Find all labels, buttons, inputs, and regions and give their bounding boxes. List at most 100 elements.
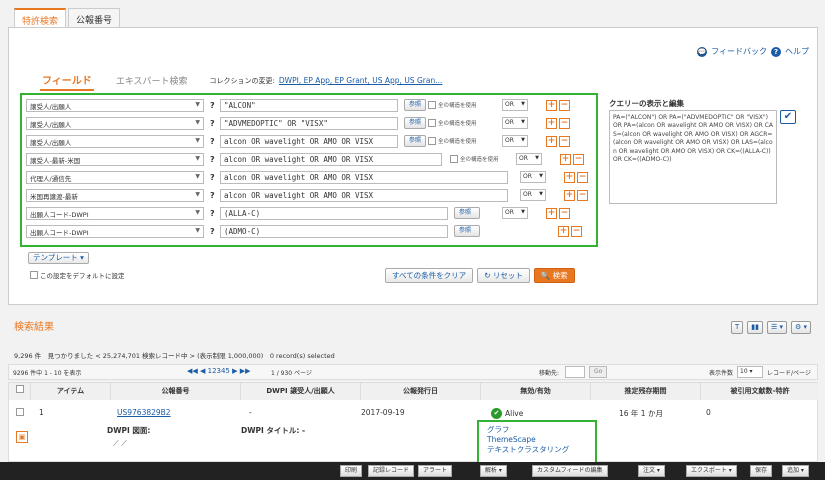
field-select[interactable]: 出願人コード-DWPI ▼ — [26, 224, 204, 238]
add-row-button[interactable]: + — [546, 207, 557, 219]
search-button[interactable]: 🔍 検索 — [533, 268, 575, 283]
query-input[interactable]: alcon OR wavelight OR AMO OR VISX — [220, 152, 442, 166]
pager-links[interactable]: ◀◀ ◀ 12345 ▶ ▶▶ — [187, 367, 251, 375]
remove-row-button[interactable]: − — [559, 99, 571, 111]
per-page-select[interactable]: 10 ▾ — [737, 366, 763, 378]
field-select[interactable]: 譲受人-最新-米国 ▼ — [26, 152, 204, 166]
export-button[interactable]: エクスポート ▾ — [686, 465, 737, 477]
query-input[interactable]: (ALLA-C) — [220, 206, 448, 220]
help-icon[interactable]: ? — [210, 173, 218, 182]
results-table: アイテム 公報番号 DWPI 譲受人/出願人 公報発行日 無効/有効 推定残存期… — [8, 382, 819, 462]
remove-row-button[interactable]: − — [559, 135, 571, 147]
drawing-thumbnail[interactable]: ⟋ ⟋ — [113, 439, 127, 449]
query-input[interactable]: alcon OR wavelight OR AMO OR VISX — [220, 134, 398, 148]
custom-field-button[interactable]: カスタムフィードの編集 — [532, 465, 608, 477]
remove-row-button[interactable]: − — [559, 207, 570, 219]
remove-row-button[interactable]: − — [573, 153, 584, 165]
publication-link[interactable]: US9763829B2 — [117, 408, 171, 417]
add-row-button[interactable]: + — [564, 189, 575, 201]
remove-row-button[interactable]: − — [571, 225, 582, 237]
save-button[interactable]: 保存 — [750, 465, 773, 477]
collection-link[interactable]: DWPI, EP App, EP Grant, US App, US Gran.… — [279, 76, 442, 85]
row-checkbox[interactable] — [16, 408, 24, 416]
add-row-button[interactable]: + — [546, 135, 558, 147]
gear-icon[interactable]: ⚙ ▾ — [790, 321, 811, 334]
operator-select[interactable]: OR ▼ — [516, 153, 542, 165]
menu-item-themescape[interactable]: ThemeScape — [487, 435, 587, 445]
text-view-icon[interactable]: T — [730, 321, 744, 334]
help-icon[interactable]: ? — [210, 209, 218, 218]
browse-button[interactable]: 参照 — [454, 207, 480, 219]
query-input[interactable]: (ADMO-C) — [220, 224, 448, 238]
tab-field[interactable]: フィールド — [40, 70, 94, 91]
help-icon[interactable]: ? — [210, 155, 218, 164]
browse-button[interactable]: 参照 — [404, 99, 427, 111]
query-input[interactable]: alcon OR wavelight OR AMO OR VISX — [220, 188, 508, 202]
list-view-icon[interactable]: ☰ ▾ — [766, 321, 787, 334]
field-select[interactable]: 譲受人/出願人 ▼ — [26, 134, 204, 148]
order-button[interactable]: 注文 ▾ — [638, 465, 665, 477]
operator-select[interactable]: OR ▼ — [502, 117, 529, 129]
help-icon[interactable]: ? — [210, 191, 218, 200]
page-input[interactable] — [565, 366, 585, 378]
query-display-text[interactable]: PA=("ALCON") OR PA=("ADVMEDOPTIC" OR "VI… — [609, 110, 777, 204]
field-select[interactable]: 代理人/通信先 ▼ — [26, 170, 204, 184]
select-all-checkbox[interactable] — [15, 385, 24, 393]
add-row-button[interactable]: + — [546, 99, 558, 111]
help-link[interactable]: ヘルプ — [785, 46, 809, 57]
analysis-button[interactable]: 解析 ▾ — [480, 465, 507, 477]
tab-expert[interactable]: エキスパート検索 — [116, 74, 188, 87]
add-row-button[interactable]: + — [546, 117, 558, 129]
reset-button[interactable]: ↻ リセット — [477, 268, 530, 283]
add-row-button[interactable]: + — [564, 171, 575, 183]
field-select[interactable]: 譲受人/出願人 ▼ — [26, 98, 204, 112]
template-dropdown[interactable]: テンプレート ▾ — [28, 252, 89, 264]
image-icon[interactable]: ▣ — [16, 431, 28, 443]
field-select[interactable]: 譲受人/出願人 ▼ — [26, 116, 204, 130]
operator-select[interactable]: OR ▼ — [520, 171, 546, 183]
print-button[interactable]: 印刷 — [340, 465, 363, 477]
search-actions: すべての条件をクリア ↻ リセット 🔍 検索 — [385, 268, 575, 283]
move-label: 移動先: — [539, 370, 560, 377]
field-select[interactable]: 出願人コード-DWPI ▼ — [26, 206, 204, 220]
help-icon[interactable]: ? — [210, 101, 218, 110]
feedback-link[interactable]: フィードバック — [711, 46, 767, 57]
operator-select[interactable]: OR ▼ — [502, 99, 529, 111]
operator-select[interactable]: OR ▼ — [520, 189, 546, 201]
add-button[interactable]: 追加 ▾ — [782, 465, 809, 477]
browse-button[interactable]: 参照 — [454, 225, 480, 237]
default-checkbox[interactable] — [30, 271, 38, 279]
help-icon[interactable]: ? — [210, 227, 218, 236]
menu-item-graph[interactable]: グラフ — [487, 425, 587, 435]
tab-patent-search[interactable]: 特許検索 — [14, 8, 67, 28]
menu-item-text-clustering[interactable]: テキストクラスタリング — [487, 445, 587, 455]
all-structures-checkbox[interactable] — [450, 155, 458, 163]
query-input[interactable]: "ADVMEDOPTIC" OR "VISX" — [220, 116, 398, 130]
query-input[interactable]: "ALCON" — [220, 98, 398, 112]
apply-query-button[interactable]: ✔ — [780, 110, 796, 124]
operator-select[interactable]: OR ▼ — [502, 207, 528, 219]
all-structures-checkbox[interactable] — [428, 137, 437, 145]
alert-button[interactable]: アラート — [418, 465, 453, 477]
all-structures-checkbox[interactable] — [428, 119, 437, 127]
add-row-button[interactable]: + — [560, 153, 571, 165]
field-select[interactable]: 米国再譲渡-最新 ▼ — [26, 188, 204, 202]
add-row-button[interactable]: + — [558, 225, 569, 237]
remove-row-button[interactable]: − — [577, 189, 588, 201]
browse-button[interactable]: 参照 — [404, 135, 427, 147]
select-all-header — [9, 383, 31, 400]
tab-publication-number[interactable]: 公報番号 — [68, 8, 121, 28]
all-structures-checkbox[interactable] — [428, 101, 437, 109]
go-button[interactable]: Go — [589, 366, 608, 378]
help-icon[interactable]: ? — [210, 119, 218, 128]
help-icon[interactable]: ? — [210, 137, 218, 146]
operator-select[interactable]: OR ▼ — [502, 135, 529, 147]
drawing-label: DWPI 図面: — [107, 426, 151, 435]
records-button[interactable]: 記録レコード — [368, 465, 415, 477]
browse-button[interactable]: 参照 — [404, 117, 427, 129]
query-input[interactable]: alcon OR wavelight OR AMO OR VISX — [220, 170, 508, 184]
clear-all-button[interactable]: すべての条件をクリア — [385, 268, 474, 283]
remove-row-button[interactable]: − — [577, 171, 588, 183]
chart-view-icon[interactable]: ▮▮ — [747, 321, 763, 334]
remove-row-button[interactable]: − — [559, 117, 571, 129]
